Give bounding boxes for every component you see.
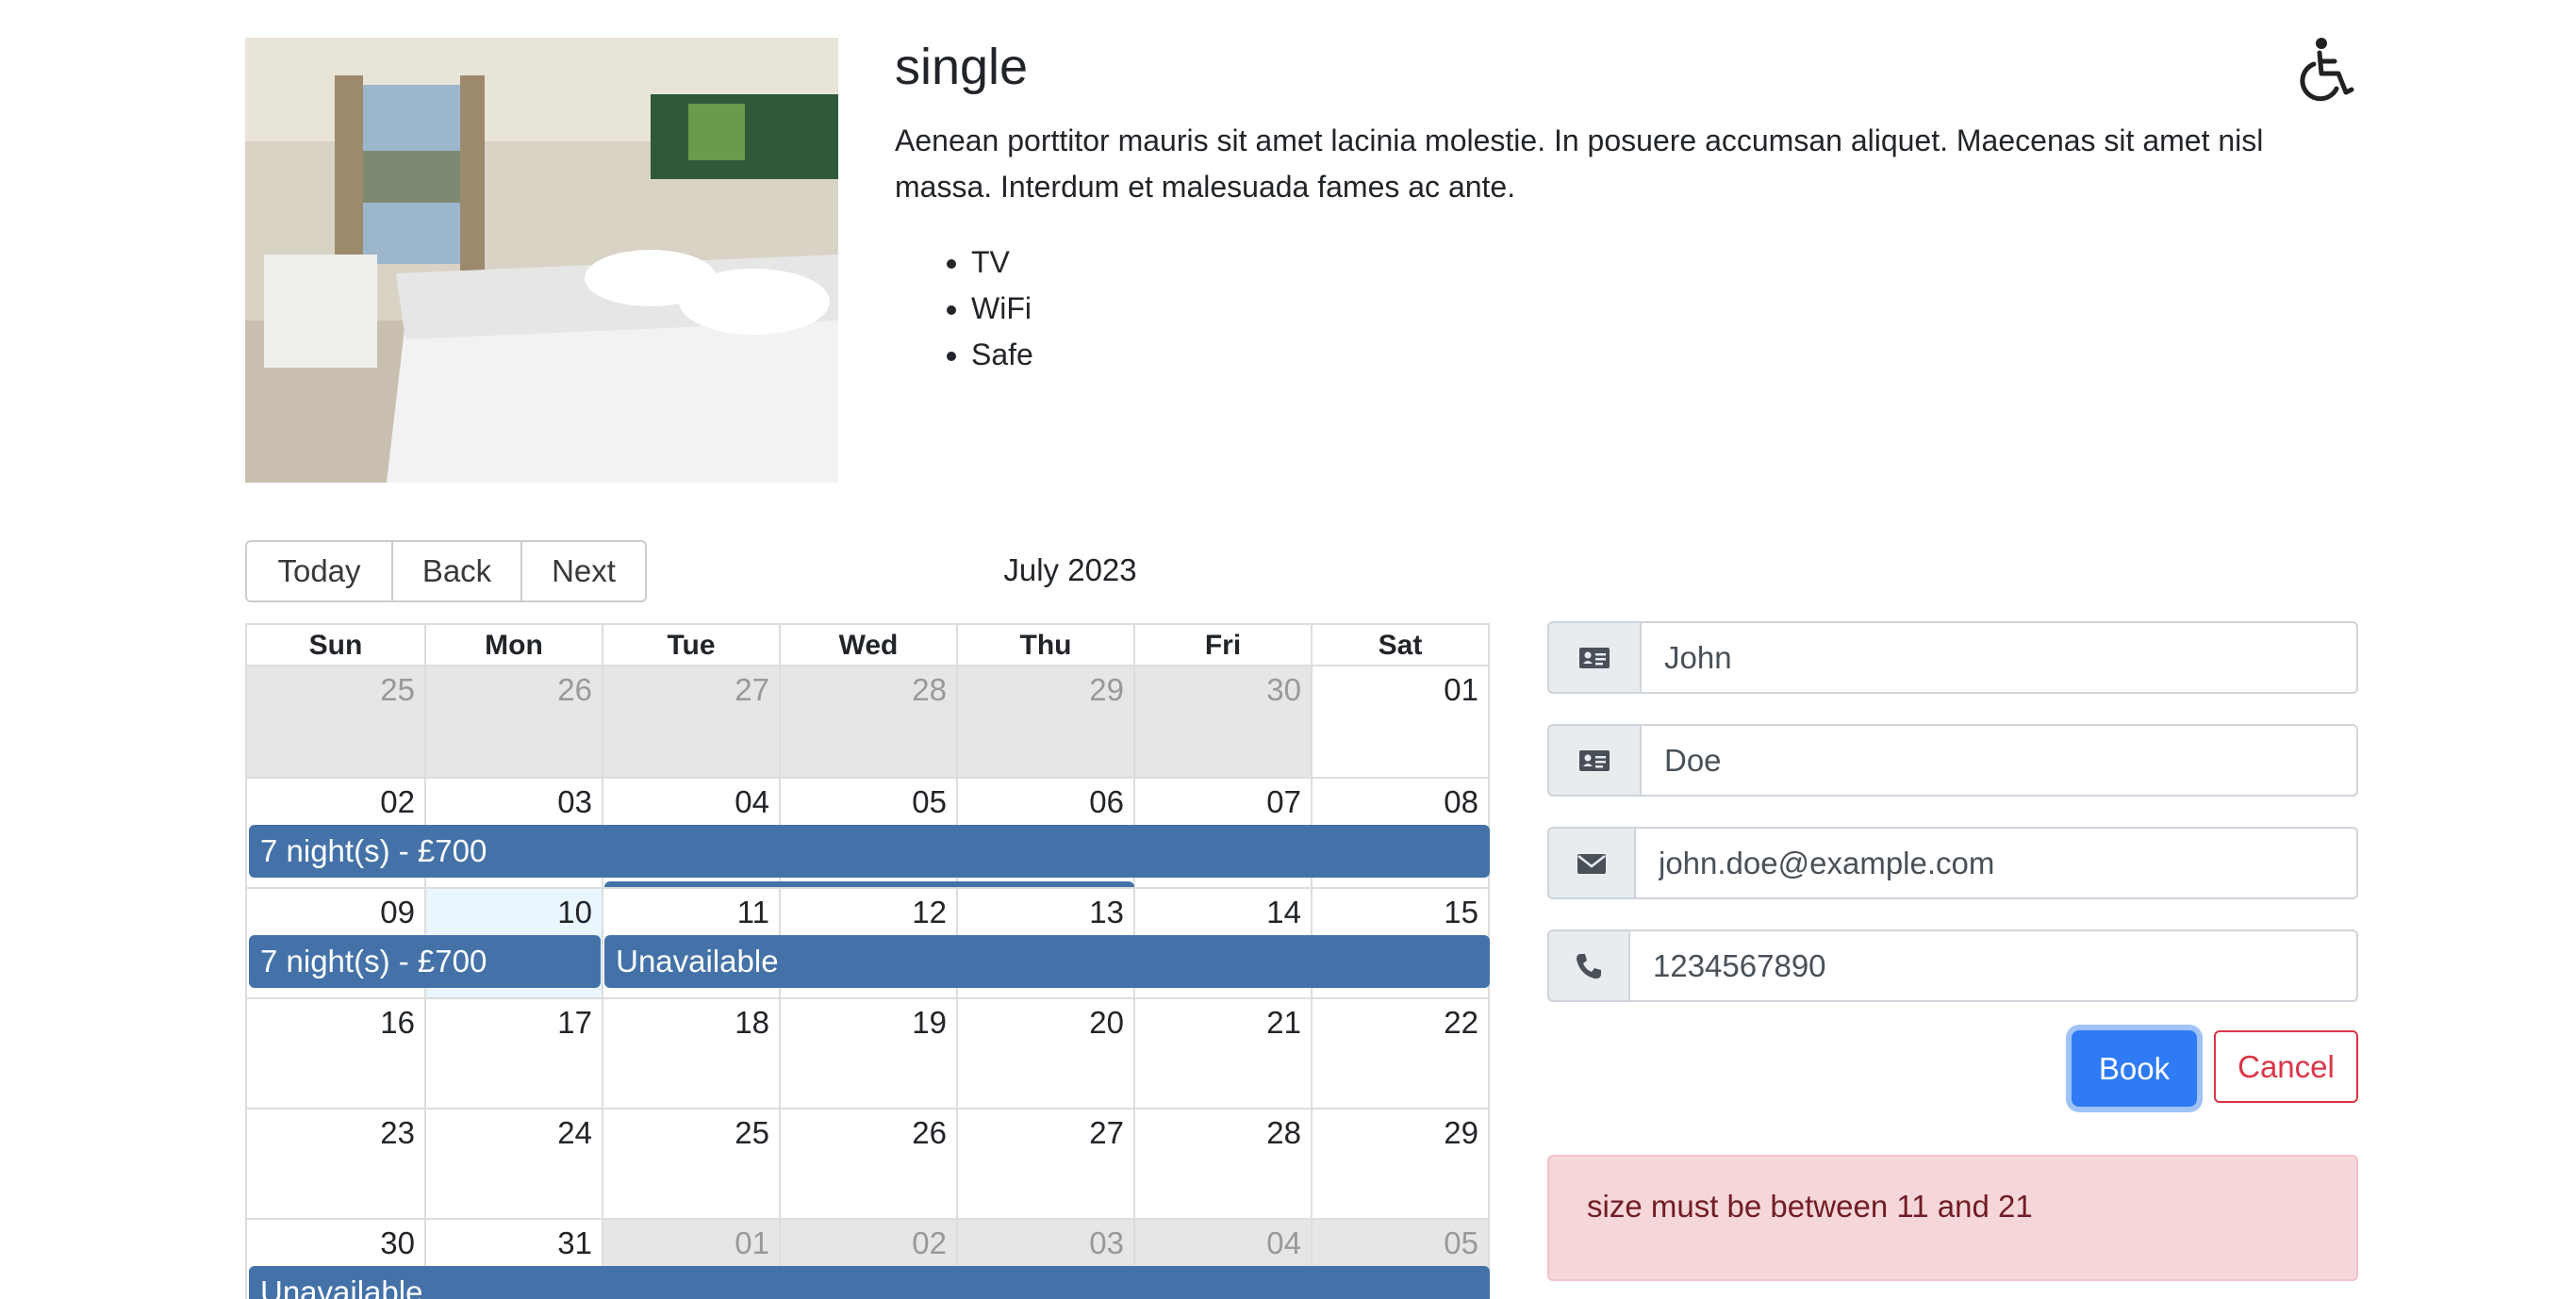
date-number[interactable]: 17 [424,999,602,1046]
date-number[interactable]: 11 [602,889,779,936]
calendar-week-row: 25 26 27 28 29 30 01 [247,666,1488,777]
weekday-header-cell: Wed [779,625,956,666]
room-photo [245,38,838,483]
date-number[interactable]: 04 [602,779,779,826]
envelope-icon [1547,827,1634,899]
date-number[interactable]: 14 [1133,889,1311,936]
date-number[interactable]: 06 [956,779,1133,826]
date-number[interactable]: 30 [1133,666,1311,714]
date-number[interactable]: 30 [247,1220,424,1267]
date-number[interactable]: 03 [424,779,602,826]
calendar-event[interactable]: 7 night(s) - £700 [249,935,602,988]
room-description: Aenean porttitor mauris sit amet lacinia… [895,123,2264,204]
weekday-header-cell: Mon [424,625,602,666]
date-number[interactable]: 18 [602,999,779,1046]
date-number[interactable]: 27 [956,1110,1133,1157]
room-title: single [895,39,1029,95]
date-number[interactable]: 15 [1311,889,1488,936]
feature-item: WiFi [943,286,1033,332]
date-number[interactable]: 01 [1311,666,1488,714]
date-number[interactable]: 04 [1133,1220,1311,1267]
id-card-icon [1547,621,1640,694]
date-number[interactable]: 21 [1133,999,1311,1046]
week-dates: 09 10 11 12 13 14 15 [247,889,1488,936]
date-number[interactable]: 27 [602,666,779,714]
weekday-header-cell: Thu [956,625,1133,666]
date-number[interactable]: 23 [247,1110,424,1157]
calendar-nav: Today Back Next [245,540,647,602]
back-button[interactable]: Back [391,540,522,602]
calendar-week-row: 09 10 11 12 13 14 15 7 night(s) - £700 Unavailab… [247,887,1490,997]
error-message: size must be between 11 and 21 [1587,1189,2033,1224]
date-number[interactable]: 20 [956,999,1133,1046]
booking-form: Book Cancel [1547,621,2358,1107]
date-number[interactable]: 24 [424,1110,602,1157]
calendar-weeks: 25 26 27 28 29 30 01 02 03 04 05 06 07 08 7 night(s) -… [247,666,1490,1299]
date-number[interactable]: 29 [956,666,1133,714]
email-field[interactable] [1634,827,2358,899]
date-number[interactable]: 16 [247,999,424,1046]
phone-field[interactable] [1628,929,2358,1002]
calendar-week-row: 23 24 25 26 27 28 29 [247,1108,1488,1218]
calendar-month-label: July 2023 [1003,552,1137,587]
phone-icon [1547,929,1628,1002]
week-dates: 25 26 27 28 29 30 01 [247,666,1488,714]
email-group [1547,827,2358,899]
feature-item: TV [943,239,1033,286]
book-button[interactable]: Book [2072,1030,2197,1107]
next-button[interactable]: Next [520,540,647,602]
date-number[interactable]: 31 [424,1220,602,1267]
date-number[interactable]: 26 [779,1110,956,1157]
date-number[interactable]: 02 [247,779,424,826]
date-number[interactable]: 25 [602,1110,779,1157]
error-alert: size must be between 11 and 21 [1547,1155,2358,1281]
weekday-header-cell: Tue [602,625,779,666]
today-button[interactable]: Today [245,540,393,602]
calendar-week-row: 16 17 18 19 20 21 22 [247,997,1488,1108]
firstname-group [1547,621,2358,694]
feature-list: TV WiFi Safe [943,239,1033,378]
wheelchair-icon [2293,36,2355,102]
weekday-header-cell: Sat [1311,625,1488,666]
date-number[interactable]: 25 [247,666,424,714]
date-number[interactable]: 03 [956,1220,1133,1267]
cancel-button[interactable]: Cancel [2214,1030,2358,1103]
date-number[interactable]: 02 [779,1220,956,1267]
weekday-header-cell: Fri [1133,625,1311,666]
date-number[interactable]: 29 [1311,1110,1488,1157]
calendar-event[interactable]: Unavailable [249,1266,1490,1299]
date-number[interactable]: 22 [1311,999,1488,1046]
date-number[interactable]: 05 [1311,1220,1488,1267]
date-number[interactable]: 07 [1133,779,1311,826]
calendar-week-row: 02 03 04 05 06 07 08 7 night(s) - £700 [247,777,1490,889]
date-number[interactable]: 28 [1133,1110,1311,1157]
date-number[interactable]: 10 [424,889,602,936]
calendar-week-row: 30 31 01 02 03 04 05 Unavailable [247,1218,1490,1299]
date-number[interactable]: 19 [779,999,956,1046]
phone-group [1547,929,2358,1002]
week-dates: 02 03 04 05 06 07 08 [247,779,1488,826]
firstname-field[interactable] [1640,621,2358,694]
form-actions: Book Cancel [1547,1030,2358,1107]
month-view: Sun Mon Tue Wed Thu Fri Sat 25 26 27 28 29 30… [245,623,1490,1299]
id-card-icon [1547,724,1640,797]
lastname-group [1547,724,2358,797]
date-number[interactable]: 08 [1311,779,1488,826]
week-dates: 16 17 18 19 20 21 22 [247,999,1488,1046]
date-number[interactable]: 13 [956,889,1133,936]
date-number[interactable]: 05 [779,779,956,826]
date-number[interactable]: 01 [602,1220,779,1267]
feature-item: Safe [943,332,1033,378]
date-number[interactable]: 26 [424,666,602,714]
date-number[interactable]: 12 [779,889,956,936]
week-dates: 23 24 25 26 27 28 29 [247,1110,1488,1157]
week-dates: 30 31 01 02 03 04 05 [247,1220,1488,1267]
date-number[interactable]: 28 [779,666,956,714]
date-number[interactable]: 09 [247,889,424,936]
lastname-field[interactable] [1640,724,2358,797]
weekday-header: Sun Mon Tue Wed Thu Fri Sat [247,625,1488,666]
weekday-header-cell: Sun [247,625,424,666]
calendar-event[interactable]: 7 night(s) - £700 [249,825,1490,878]
calendar-event[interactable]: Unavailable [604,935,1490,988]
